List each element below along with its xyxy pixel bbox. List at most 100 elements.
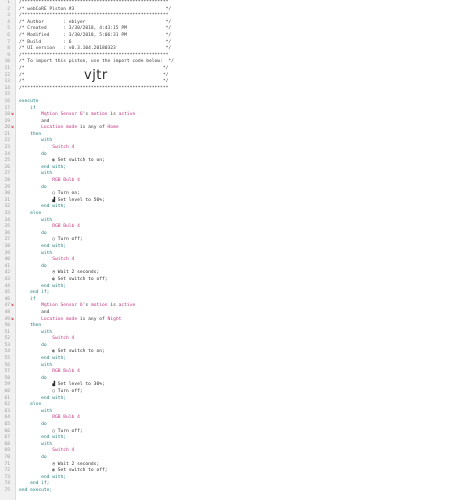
code-token: ○ Turn off;: [19, 428, 83, 434]
code-line: 21 then: [0, 132, 455, 139]
code-line: 23 Switch 4: [0, 145, 455, 152]
code-line: 13/* */: [0, 79, 455, 86]
code-token: ○ Turn off;: [19, 389, 83, 395]
code-line: 10 /* To import this piston, use the impo…: [0, 59, 455, 66]
code-line: 32 end with;: [0, 204, 455, 211]
code-token: ◐ Set switch to on;: [19, 349, 105, 355]
code-token: else: [19, 402, 42, 408]
code-text: end if;: [19, 290, 49, 297]
code-token: /* Modified : 3/30/2018, 5:06:31 PM */: [19, 32, 172, 38]
code-line: 14/*************************************…: [0, 86, 455, 93]
line-number: 52: [4, 336, 10, 342]
line-number: 48: [4, 309, 10, 315]
code-line: 54 ◐ Set switch to on;: [0, 349, 455, 356]
code-token: /* Author : ebiyer */: [19, 19, 172, 25]
code-line: 52 Switch 4: [0, 336, 455, 343]
code-line: 50 then: [0, 323, 455, 330]
trigger-marker-icon: ⇲: [11, 112, 14, 118]
code-line: 44 end with;: [0, 284, 455, 291]
code-token: ◐ Set switch to off;: [19, 468, 108, 474]
code-token: and: [19, 118, 50, 124]
code-token: end with;: [19, 356, 67, 362]
code-token: /* UI version : v0.3.104.20180323 */: [19, 46, 172, 52]
code-text: Switch 4: [19, 145, 74, 152]
code-token: RGB Bulb 4: [19, 369, 80, 375]
code-token: ○ Turn on;: [19, 191, 80, 197]
code-token: /***************************************…: [19, 13, 169, 19]
code-text: /* Created : 3/30/2018, 4:43:15 PM */: [19, 26, 171, 33]
code-text: RGB Bulb 4: [19, 369, 80, 376]
line-number: 13: [4, 79, 10, 85]
line-number: 64: [4, 415, 10, 421]
code-token: with: [19, 217, 53, 223]
import-code-art: vjtr: [84, 68, 108, 83]
code-line: 5 /* Created : 3/30/2018, 4:43:15 PM */: [0, 26, 455, 33]
code-token: end with;: [19, 243, 67, 249]
code-line: 70 do: [0, 455, 455, 462]
line-number: 74: [4, 481, 10, 487]
code-line: 8 /* UI version : v0.3.104.20180323 */: [0, 46, 455, 53]
line-number: 10: [4, 59, 10, 65]
code-token: do: [19, 184, 47, 190]
code-line: 26 end with;: [0, 165, 455, 172]
code-line: 61 end with;: [0, 396, 455, 403]
code-text: and: [19, 310, 49, 317]
code-token: with: [19, 329, 53, 335]
code-token: with: [19, 441, 53, 447]
code-token: end with;: [19, 435, 67, 441]
line-number: 43: [4, 276, 10, 282]
code-text: end with;: [19, 204, 66, 211]
code-token: end if;: [19, 481, 50, 487]
code-token: Mqtion Sensor 6: [19, 112, 83, 118]
line-number: 8: [7, 46, 10, 52]
code-token: with: [19, 250, 53, 256]
code-text: ○ Turn off;: [19, 237, 83, 244]
line-number: 16: [4, 98, 10, 104]
code-token: with: [19, 138, 53, 144]
code-line: 16 execute: [0, 99, 455, 106]
code-line: 18 ⇲ Mqtion Sensor 6's motion is active: [0, 112, 455, 119]
code-text: end with;: [19, 356, 66, 363]
code-token: ○ Turn off;: [19, 237, 83, 243]
line-number: 6: [7, 32, 10, 38]
code-line: 37 ○ Turn off;: [0, 237, 455, 244]
code-text: Switch 4: [19, 336, 74, 343]
code-line: 49 ⇲ Location mode is any of Night: [0, 317, 455, 324]
line-number: 28: [4, 178, 10, 184]
code-line: 67 end with;: [0, 435, 455, 442]
code-line: 66 ○ Turn off;: [0, 429, 455, 436]
code-line: 15: [0, 92, 455, 99]
code-token: do: [19, 422, 47, 427]
line-number: 25: [4, 158, 10, 164]
code-token: RGB Bulb 4: [19, 224, 80, 230]
code-token: /***************************************…: [19, 0, 169, 5]
code-line: 72 ◐ Set switch to off;: [0, 468, 455, 475]
trigger-marker-icon: ⇲: [11, 125, 14, 131]
code-text: end with;: [19, 435, 66, 442]
line-number: 33: [4, 211, 10, 216]
code-text: RGB Bulb 4: [19, 415, 80, 422]
code-text: RGB Bulb 4: [19, 178, 80, 185]
code-token: active: [118, 303, 136, 309]
code-line: 42 ◷ Wait 2 seconds;: [0, 270, 455, 277]
code-token: end execute;: [19, 487, 53, 493]
code-text: do: [19, 422, 47, 429]
code-token: ◷ Wait 2 seconds;: [19, 461, 100, 467]
code-token: then: [19, 131, 42, 137]
line-number: 70: [4, 454, 10, 460]
code-text: Switch 4: [19, 257, 74, 264]
code-text: else: [19, 211, 41, 218]
code-line: 47 ⇲ Mqtion Sensor 6's motion is active: [0, 303, 455, 310]
code-text: Location mode is any of Home: [19, 125, 118, 132]
code-token: end with;: [19, 395, 67, 401]
code-token: active: [118, 112, 136, 118]
code-text: /* UI version : v0.3.104.20180323 */: [19, 46, 171, 53]
code-token: /* Build : 6 */: [19, 39, 172, 45]
line-number: 23: [4, 145, 10, 151]
code-token: is any of: [77, 125, 108, 131]
code-token: ◐ Set switch to on;: [19, 158, 105, 164]
code-token: ◐ Set switch to off;: [19, 276, 108, 282]
code-text: Switch 4: [19, 448, 74, 455]
line-number: 65: [4, 422, 10, 427]
line-number: 30: [4, 191, 10, 197]
